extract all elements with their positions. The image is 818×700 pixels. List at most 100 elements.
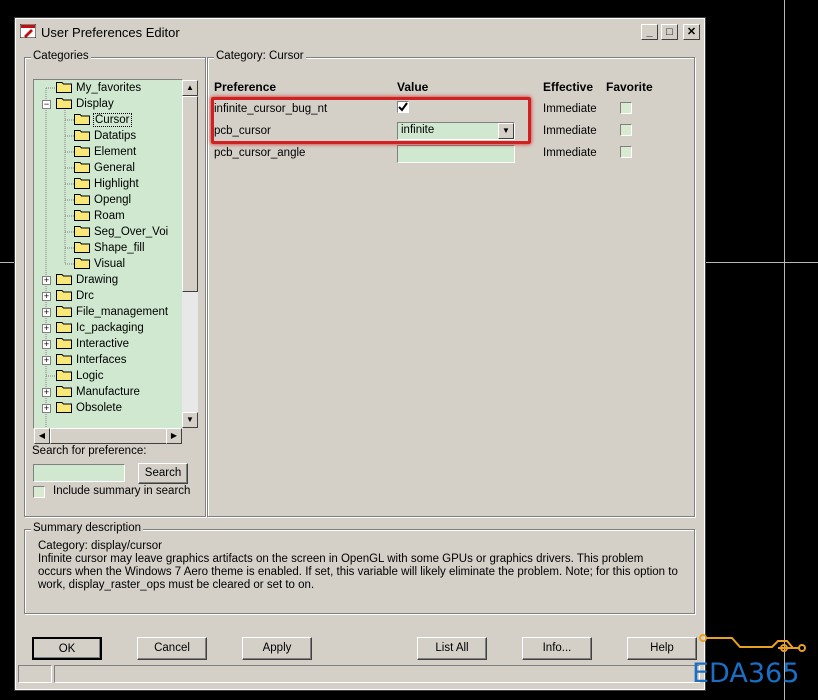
- tree-item-label: Cursor: [93, 113, 132, 127]
- folder-icon: [74, 241, 90, 253]
- tree-item-label: Interactive: [76, 338, 130, 350]
- search-label: Search for preference:: [32, 445, 147, 457]
- folder-icon: [56, 337, 72, 349]
- header-favorite: Favorite: [606, 80, 653, 94]
- minimize-button[interactable]: _: [641, 24, 658, 40]
- tree-item-highlight[interactable]: Highlight: [74, 176, 139, 192]
- folder-icon: [56, 273, 72, 285]
- tree-item-visual[interactable]: Visual: [74, 256, 125, 272]
- tree-item-label: Display: [76, 98, 114, 110]
- tree-expander-drc[interactable]: +: [42, 292, 51, 301]
- scroll-thumb[interactable]: [182, 96, 198, 292]
- category-tree[interactable]: My_favorites − Display Cursor Datatips Elemen…: [33, 79, 183, 429]
- tree-item-seg-over-voi[interactable]: Seg_Over_Voi: [74, 224, 168, 240]
- tree-expander-interfaces[interactable]: +: [42, 356, 51, 365]
- tree-item-datatips[interactable]: Datatips: [74, 128, 136, 144]
- tree-expander-file-management[interactable]: +: [42, 308, 51, 317]
- window-title: User Preferences Editor: [41, 25, 180, 40]
- category-panel-label: Category: Cursor: [214, 50, 306, 62]
- status-cell-1: [18, 665, 52, 683]
- folder-icon: [74, 113, 90, 125]
- maximize-button[interactable]: □: [661, 24, 678, 40]
- app-icon: [20, 24, 36, 38]
- tree-item-interfaces[interactable]: Interfaces: [56, 352, 127, 368]
- summary-body: Infinite cursor may leave graphics artif…: [38, 553, 678, 591]
- preferences-dialog: User Preferences Editor _ □ ✕ Categories…: [14, 17, 706, 691]
- search-button[interactable]: Search: [138, 463, 188, 484]
- folder-icon: [56, 353, 72, 365]
- tree-item-label: Highlight: [94, 178, 139, 190]
- tree-item-file-management[interactable]: File_management: [56, 304, 168, 320]
- title-bar[interactable]: User Preferences Editor _ □ ✕: [16, 19, 704, 44]
- folder-icon: [56, 289, 72, 301]
- header-value: Value: [397, 80, 429, 94]
- ok-button[interactable]: OK: [32, 637, 102, 660]
- scroll-right-icon[interactable]: ▶: [166, 428, 182, 444]
- pcb-cursor-angle-input[interactable]: [397, 145, 515, 163]
- status-bar: [18, 665, 702, 685]
- header-effective: Effective: [543, 80, 594, 94]
- tree-item-opengl[interactable]: Opengl: [74, 192, 131, 208]
- include-summary-checkbox[interactable]: [33, 486, 45, 498]
- tree-item-obsolete[interactable]: Obsolete: [56, 400, 122, 416]
- eda365-logo: EDA365: [692, 628, 812, 694]
- search-input[interactable]: [33, 464, 125, 482]
- info-button[interactable]: Info...: [522, 637, 592, 660]
- tree-vertical-scrollbar[interactable]: ▲ ▼: [182, 80, 198, 428]
- scroll-down-icon[interactable]: ▼: [182, 412, 198, 428]
- folder-icon: [74, 129, 90, 141]
- tree-item-shape-fill[interactable]: Shape_fill: [74, 240, 145, 256]
- tree-expander-display[interactable]: −: [42, 100, 51, 109]
- summary-category: Category: display/cursor: [38, 540, 162, 552]
- favorite-checkbox-infinite-cursor-bug-nt[interactable]: [620, 102, 632, 114]
- tree-expander-obsolete[interactable]: +: [42, 404, 51, 413]
- folder-icon: [56, 305, 72, 317]
- scroll-left-icon[interactable]: ◀: [34, 428, 50, 444]
- folder-icon: [74, 177, 90, 189]
- folder-icon: [56, 369, 72, 381]
- tree-item-label: General: [94, 162, 135, 174]
- tree-item-cursor[interactable]: Cursor: [74, 112, 132, 128]
- tree-item-label: Roam: [94, 210, 125, 222]
- tree-item-manufacture[interactable]: Manufacture: [56, 384, 140, 400]
- tree-expander-manufacture[interactable]: +: [42, 388, 51, 397]
- status-cell-2: [54, 665, 700, 683]
- cancel-button[interactable]: Cancel: [137, 637, 207, 660]
- favorite-checkbox-pcb-cursor-angle[interactable]: [620, 146, 632, 158]
- list-all-button[interactable]: List All: [417, 637, 487, 660]
- tree-item-drc[interactable]: Drc: [56, 288, 94, 304]
- pref-name-pcb-cursor-angle: pcb_cursor_angle: [214, 147, 306, 159]
- tree-item-roam[interactable]: Roam: [74, 208, 125, 224]
- red-highlight-annotation: [211, 97, 531, 144]
- tree-item-my-favorites[interactable]: My_favorites: [56, 80, 141, 96]
- tree-item-general[interactable]: General: [74, 160, 135, 176]
- folder-icon: [74, 225, 90, 237]
- folder-icon: [74, 161, 90, 173]
- apply-button[interactable]: Apply: [242, 637, 312, 660]
- tree-item-element[interactable]: Element: [74, 144, 136, 160]
- tree-item-label: Seg_Over_Voi: [94, 226, 169, 238]
- favorite-checkbox-pcb-cursor[interactable]: [620, 124, 632, 136]
- close-button[interactable]: ✕: [683, 24, 700, 40]
- scroll-up-icon[interactable]: ▲: [182, 80, 198, 96]
- tree-expander-interactive[interactable]: +: [42, 340, 51, 349]
- tree-item-logic[interactable]: Logic: [56, 368, 104, 384]
- watermark-text: EDA365: [692, 658, 800, 689]
- summary-description: Category: display/cursor Infinite cursor…: [38, 540, 678, 592]
- folder-icon: [56, 97, 72, 109]
- tree-horizontal-scrollbar[interactable]: ◀ ▶: [34, 428, 182, 444]
- help-button[interactable]: Help: [627, 637, 697, 660]
- crosshair-vertical: [784, 0, 785, 700]
- tree-expander-ic-packaging[interactable]: +: [42, 324, 51, 333]
- circuit-trace-icon: [699, 634, 806, 652]
- tree-item-label: Element: [94, 146, 137, 158]
- tree-item-label: My_favorites: [76, 82, 142, 94]
- tree-expander-drawing[interactable]: +: [42, 276, 51, 285]
- tree-item-display[interactable]: Display: [56, 96, 114, 112]
- tree-item-label: Drawing: [76, 274, 119, 286]
- tree-item-label: Opengl: [94, 194, 132, 206]
- tree-item-interactive[interactable]: Interactive: [56, 336, 129, 352]
- h-scroll-thumb[interactable]: [50, 428, 170, 444]
- tree-item-ic-packaging[interactable]: Ic_packaging: [56, 320, 144, 336]
- tree-item-drawing[interactable]: Drawing: [56, 272, 118, 288]
